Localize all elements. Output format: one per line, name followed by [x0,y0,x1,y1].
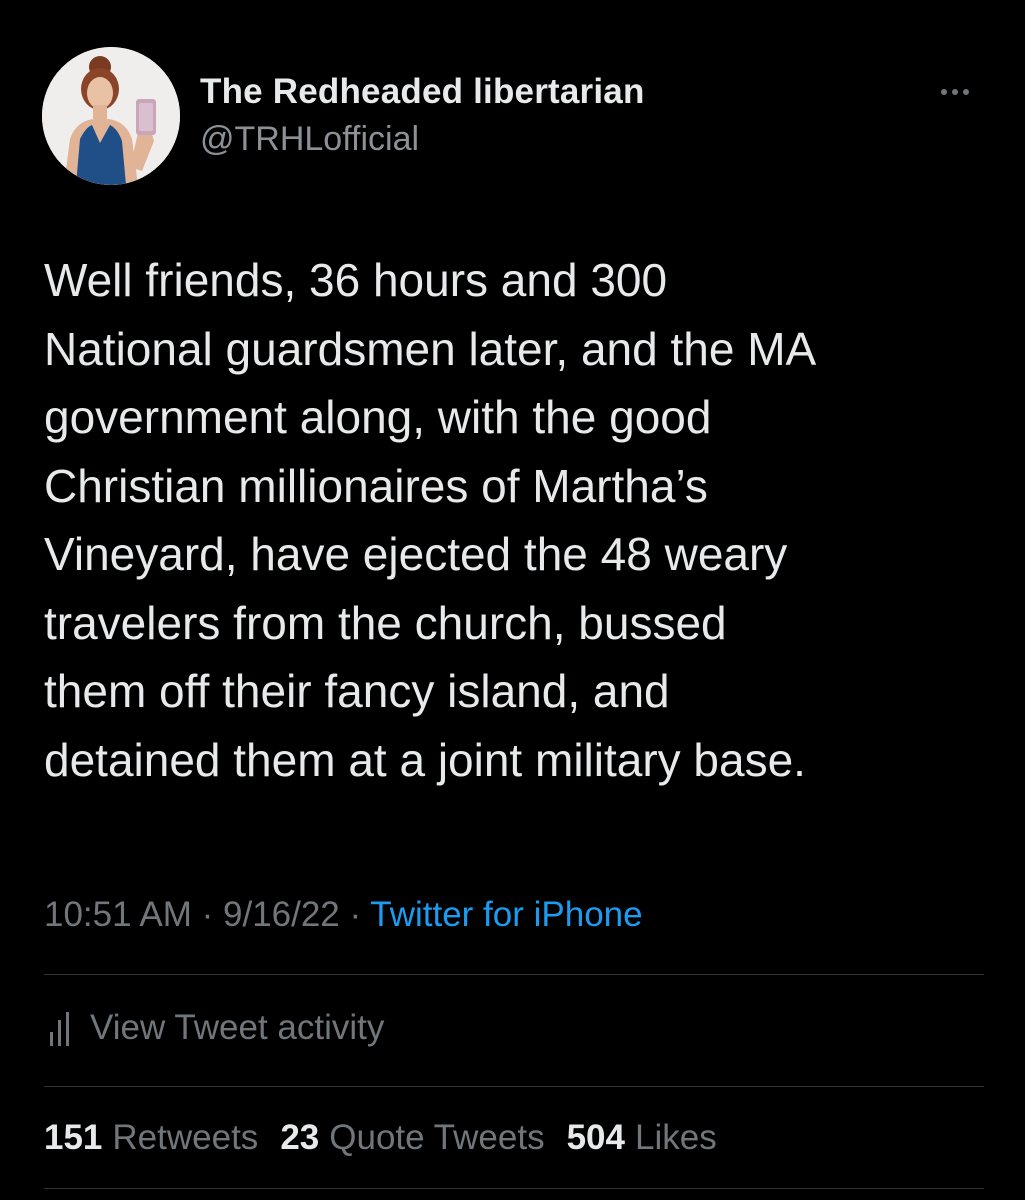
likes-count: 504 [566,1118,625,1157]
view-tweet-activity-button[interactable]: View Tweet activity [44,1006,384,1050]
retweets-count: 151 [44,1118,103,1157]
tweet-detail: The Redheaded libertarian @TRHLofficial … [0,0,1025,1200]
meta-separator: · [191,895,223,934]
tweet-source-link[interactable]: Twitter for iPhone [370,895,642,934]
engagement-stats: 151 Retweets 23 Quote Tweets 504 Likes [44,1118,717,1158]
retweets-stat[interactable]: 151 Retweets [44,1118,258,1158]
quote-tweets-label: Quote Tweets [329,1118,545,1157]
quote-tweets-stat[interactable]: 23 Quote Tweets [280,1118,544,1158]
divider [44,974,984,975]
meta-separator: · [339,895,371,934]
bar-chart-icon [50,1012,69,1046]
tweet-time[interactable]: 10:51 AM [44,895,192,934]
quote-tweets-count: 23 [280,1118,320,1157]
divider [44,1086,984,1087]
likes-stat[interactable]: 504 Likes [567,1118,717,1158]
more-horizontal-icon [941,89,947,95]
likes-label: Likes [634,1118,717,1157]
tweet-date[interactable]: 9/16/22 [223,895,340,934]
retweets-label: Retweets [112,1118,259,1157]
user-handle[interactable]: @TRHLofficial [200,120,419,159]
avatar[interactable] [42,47,180,185]
more-horizontal-icon [952,89,958,95]
more-options-button[interactable] [930,80,980,104]
divider [44,1188,984,1189]
more-horizontal-icon [963,89,969,95]
view-tweet-activity-label: View Tweet activity [90,1008,385,1047]
tweet-text: Well friends, 36 hours and 300 National … [44,254,817,786]
tweet-meta: 10:51 AM · 9/16/22 · Twitter for iPhone [44,895,643,935]
display-name[interactable]: The Redheaded libertarian [200,72,645,112]
